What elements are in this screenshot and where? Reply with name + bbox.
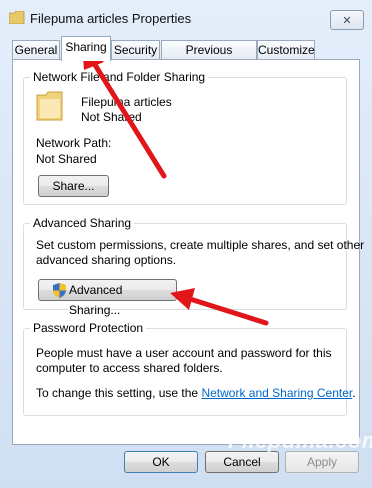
annotation-arrow	[82, 44, 167, 179]
annotation-arrow	[170, 288, 269, 326]
annotation-arrows	[82, 44, 269, 326]
properties-window: Filepuma articles Properties ✕ General S…	[0, 0, 372, 488]
tab-sharing[interactable]: Sharing	[61, 36, 111, 61]
